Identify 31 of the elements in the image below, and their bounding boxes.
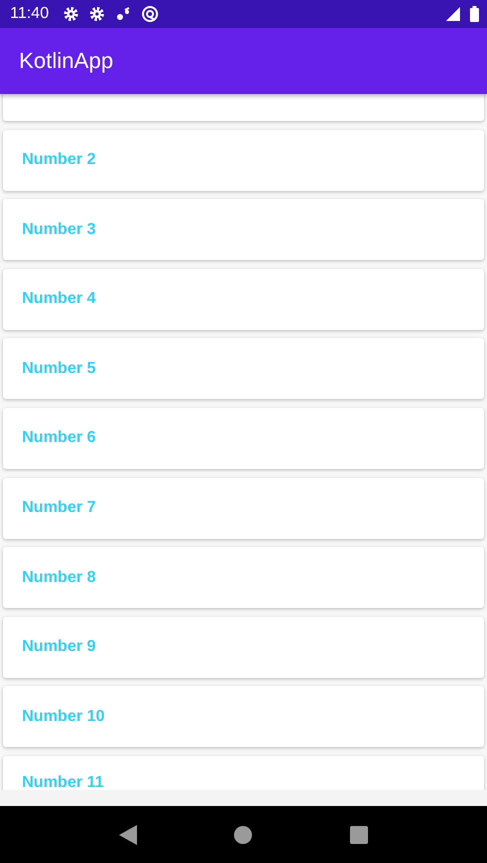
- item-label: Number 11: [22, 774, 104, 790]
- list-card[interactable]: Number 9: [3, 616, 484, 678]
- gear-icon: [88, 6, 105, 22]
- list-card[interactable]: Number 4: [3, 268, 484, 330]
- item-label: Number 9: [22, 638, 96, 656]
- recents-icon[interactable]: [350, 826, 368, 844]
- item-label: Number 5: [22, 360, 96, 378]
- list-card[interactable]: Number 3: [3, 199, 484, 260]
- item-label: Number 10: [22, 708, 105, 726]
- item-label: Number 6: [22, 429, 96, 448]
- item-label: Number 2: [22, 151, 96, 170]
- data-saver-icon: [140, 5, 159, 23]
- list-card[interactable]: Number 7: [3, 478, 484, 539]
- list-card[interactable]: Number 8: [3, 547, 484, 608]
- item-label: Number 3: [22, 220, 96, 239]
- list-card[interactable]: Number 11: [3, 756, 484, 790]
- status-time: 11:40: [10, 5, 49, 23]
- back-icon[interactable]: [118, 824, 137, 844]
- signal-icon: [446, 7, 460, 21]
- gear-icon: [62, 6, 79, 22]
- item-label: Number 8: [22, 568, 96, 587]
- app-title: KotlinApp: [19, 48, 114, 74]
- battery-icon: [470, 6, 479, 22]
- list-card[interactable]: Number 6: [3, 408, 484, 469]
- item-label: Number 7: [22, 499, 96, 518]
- home-icon[interactable]: [234, 826, 252, 844]
- item-label: Number 4: [22, 290, 96, 308]
- list-card[interactable]: Number 10: [3, 686, 484, 748]
- list-card[interactable]: Number 5: [3, 338, 484, 400]
- list-card[interactable]: Number 2: [3, 130, 484, 191]
- wifi-off-icon: [114, 6, 131, 22]
